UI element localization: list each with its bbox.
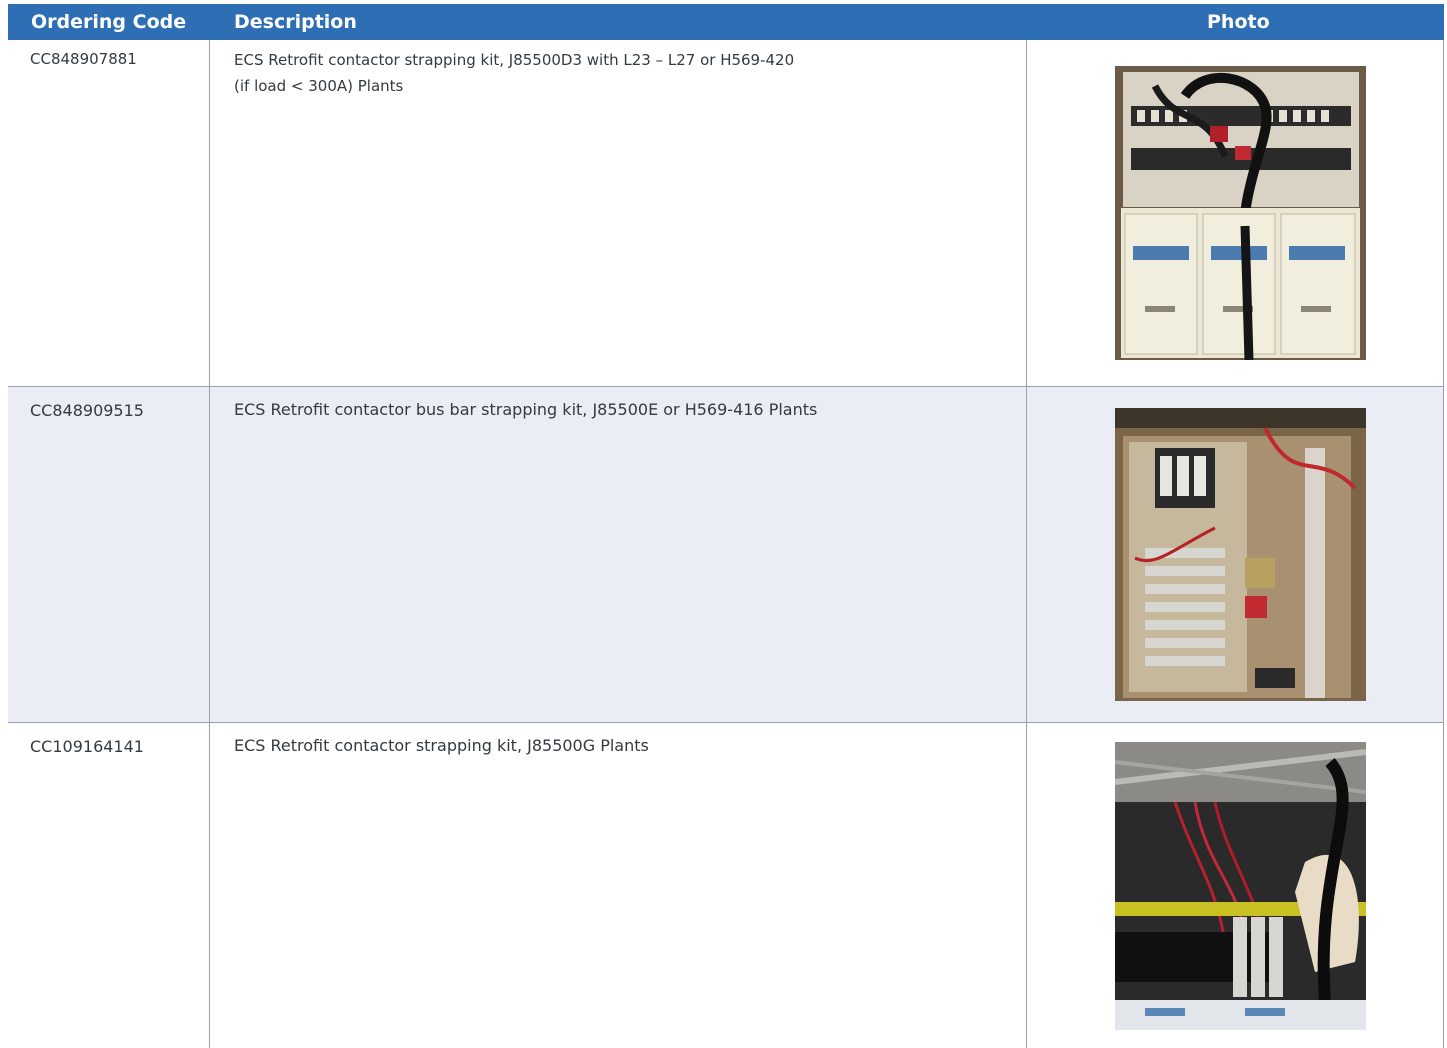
column-divider bbox=[1026, 40, 1027, 1048]
description-line: (if load < 300A) Plants bbox=[234, 77, 404, 95]
product-photo bbox=[1115, 408, 1366, 701]
description-line: ECS Retrofit contactor strapping kit, J8… bbox=[234, 51, 795, 69]
description-cell: ECS Retrofit contactor bus bar strapping… bbox=[234, 397, 817, 423]
product-photo bbox=[1115, 66, 1366, 360]
description-line: ECS Retrofit contactor strapping kit, J8… bbox=[234, 736, 649, 755]
row-divider bbox=[8, 722, 1444, 723]
description-line: ECS Retrofit contactor bus bar strapping… bbox=[234, 400, 818, 419]
ordering-code-cell: CC848907881 bbox=[30, 50, 137, 68]
description-cell: ECS Retrofit contactor strapping kit, J8… bbox=[234, 47, 794, 99]
ordering-table: Ordering Code Description Photo CC848907… bbox=[8, 4, 1444, 1048]
product-photo bbox=[1115, 742, 1366, 1030]
header-photo: Photo bbox=[1207, 11, 1270, 33]
table-header: Ordering Code Description Photo bbox=[8, 4, 1444, 40]
ordering-code-cell: CC848909515 bbox=[30, 401, 144, 420]
row-divider bbox=[8, 386, 1444, 387]
table-row: CC848907881 ECS Retrofit contactor strap… bbox=[8, 40, 1444, 386]
header-description: Description bbox=[234, 11, 357, 33]
description-cell: ECS Retrofit contactor strapping kit, J8… bbox=[234, 733, 649, 759]
column-divider bbox=[209, 40, 210, 1048]
ordering-code-cell: CC109164141 bbox=[30, 737, 144, 756]
header-ordering-code: Ordering Code bbox=[31, 11, 187, 33]
column-divider bbox=[1443, 40, 1444, 1048]
